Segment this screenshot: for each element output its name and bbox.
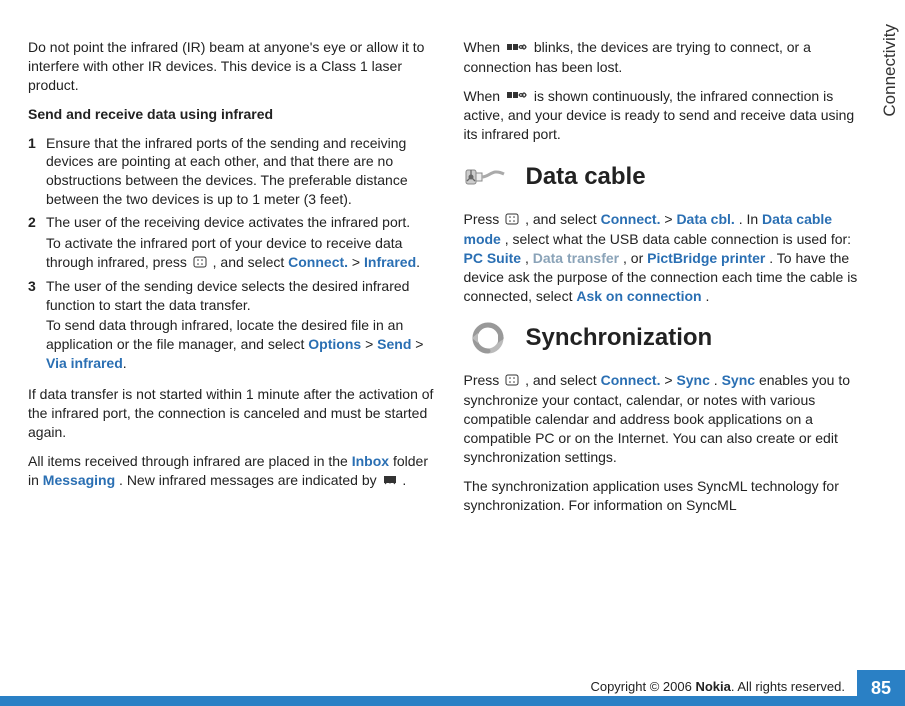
- usb-cable-icon: [464, 158, 512, 196]
- heading-data-cable: Data cable: [526, 161, 646, 193]
- step-num: 2: [28, 213, 46, 275]
- link-connect: Connect.: [601, 211, 661, 227]
- step-3: 3 The user of the sending device selects…: [28, 277, 436, 375]
- sync-icon: [464, 319, 512, 357]
- link-connect: Connect.: [288, 254, 348, 270]
- body-text: Press , and select Connect. > Data cbl. …: [464, 210, 872, 305]
- link-data-transfer: Data transfer: [533, 250, 619, 266]
- link-send: Send: [377, 336, 411, 352]
- section-sync: Synchronization: [464, 319, 872, 357]
- step-1: 1 Ensure that the infrared ports of the …: [28, 134, 436, 212]
- link-data-cbl: Data cbl.: [676, 211, 734, 227]
- menu-key-icon: [505, 211, 519, 230]
- step-num: 3: [28, 277, 46, 375]
- step-text: To activate the infrared port of your de…: [46, 234, 436, 273]
- link-ask-on-connection: Ask on connection: [576, 288, 701, 304]
- body-text: When is shown continuously, the infrared…: [464, 87, 872, 145]
- link-inbox: Inbox: [352, 453, 389, 469]
- body-text: The synchronization application uses Syn…: [464, 477, 872, 515]
- side-tab: Connectivity: [875, 0, 905, 640]
- steps-list: 1 Ensure that the infrared ports of the …: [28, 134, 436, 376]
- menu-key-icon: [193, 254, 207, 273]
- page-body: Do not point the infrared (IR) beam at a…: [0, 0, 905, 525]
- body-text: When blinks, the devices are trying to c…: [464, 38, 872, 77]
- menu-key-icon: [505, 372, 519, 391]
- side-tab-label: Connectivity: [880, 24, 900, 117]
- step-text: The user of the sending device selects t…: [46, 277, 436, 315]
- body-text: If data transfer is not started within 1…: [28, 385, 436, 442]
- step-num: 1: [28, 134, 46, 212]
- step-2: 2 The user of the receiving device activ…: [28, 213, 436, 275]
- intro-text: Do not point the infrared (IR) beam at a…: [28, 38, 436, 95]
- link-pc-suite: PC Suite: [464, 250, 522, 266]
- page-number: 85: [857, 670, 905, 706]
- left-column: Do not point the infrared (IR) beam at a…: [28, 38, 436, 525]
- link-infrared: Infrared: [364, 254, 416, 270]
- link-options: Options: [308, 336, 361, 352]
- ir-message-icon: [383, 472, 397, 491]
- subheading-infrared: Send and receive data using infrared: [28, 105, 436, 124]
- right-column: When blinks, the devices are trying to c…: [464, 38, 872, 525]
- link-messaging: Messaging: [43, 472, 115, 488]
- body-text: Press , and select Connect. > Sync . Syn…: [464, 371, 872, 466]
- heading-sync: Synchronization: [526, 322, 713, 354]
- ir-indicator-icon: [506, 39, 528, 58]
- link-via-infrared: Via infrared: [46, 355, 123, 371]
- footer-stripe: [0, 696, 857, 706]
- link-sync: Sync: [676, 372, 709, 388]
- ir-indicator-icon: [506, 87, 528, 106]
- link-pictbridge: PictBridge printer: [647, 250, 765, 266]
- footer-bar: 85: [0, 670, 905, 706]
- link-sync: Sync: [722, 372, 755, 388]
- body-text: All items received through infrared are …: [28, 452, 436, 491]
- section-data-cable: Data cable: [464, 158, 872, 196]
- step-text: Ensure that the infrared ports of the se…: [46, 134, 436, 210]
- step-text: To send data through infrared, locate th…: [46, 316, 436, 373]
- link-connect: Connect.: [601, 372, 661, 388]
- step-text: The user of the receiving device activat…: [46, 213, 436, 232]
